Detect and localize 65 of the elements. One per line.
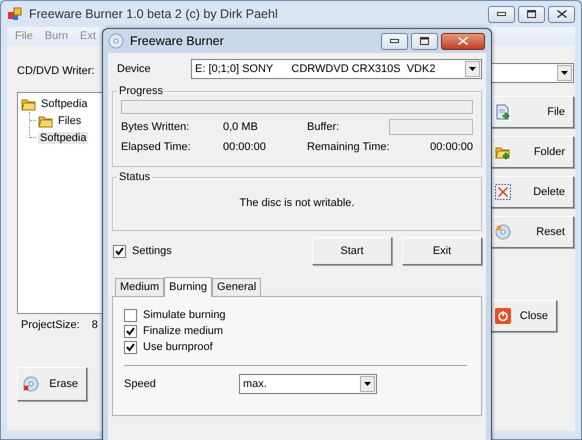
app-icon <box>7 6 23 22</box>
maximize-button[interactable] <box>518 6 545 22</box>
dropdown-arrow-icon <box>364 382 371 386</box>
speed-label: Speed <box>124 378 157 390</box>
field-value: 00:00:00 <box>223 141 267 153</box>
erase-button[interactable]: Erase <box>17 367 87 401</box>
power-icon <box>495 308 511 324</box>
tab[interactable]: Medium <box>115 278 164 296</box>
checkbox-label: Finalize medium <box>143 325 224 337</box>
disc-icon <box>495 224 511 240</box>
side-button[interactable]: Folder <box>489 136 574 168</box>
maximize-icon <box>527 10 536 18</box>
field-label: Bytes Written: <box>121 121 190 133</box>
field-label: Remaining Time: <box>307 141 389 153</box>
action-button[interactable]: Start <box>312 237 392 265</box>
maximize-icon <box>420 37 429 45</box>
option-checkbox[interactable] <box>124 308 137 322</box>
option-checkbox[interactable] <box>124 324 137 338</box>
dropdown-arrow-icon <box>469 67 476 71</box>
device-label: Device <box>117 63 152 75</box>
maximize-button[interactable] <box>411 32 438 50</box>
writer-label: CD/DVD Writer: <box>17 65 94 77</box>
checkbox-label: Use burnproof <box>143 341 213 353</box>
field-value: 00:00:00 <box>429 141 473 153</box>
field-value: 0,0 MB <box>223 121 259 133</box>
window-title: Freeware Burner 1.0 beta 2 (c) by Dirk Paehl <box>29 7 278 21</box>
close-button[interactable] <box>548 6 575 22</box>
close-icon <box>458 37 468 45</box>
group-title: Status <box>118 171 152 183</box>
delete-icon <box>495 184 511 200</box>
file-tree[interactable]: Softpedia Files Softpedia <box>17 92 103 314</box>
dialog-title: Freeware Burner <box>130 34 224 48</box>
close-icon <box>556 10 566 18</box>
checkbox-label: Settings <box>132 245 172 257</box>
tree-item[interactable]: Softpedia <box>38 132 88 144</box>
minimize-button[interactable] <box>381 32 408 50</box>
project-size-label: ProjectSize: <box>21 319 80 331</box>
tab[interactable]: Burning <box>164 277 212 297</box>
side-button[interactable]: File <box>489 96 574 128</box>
status-message: The disc is not writable. <box>238 197 356 209</box>
tab[interactable]: General <box>212 278 262 296</box>
field-label: Elapsed Time: <box>121 141 192 153</box>
action-button[interactable]: Exit <box>402 237 482 265</box>
checkbox-label: Simulate burning <box>143 309 226 321</box>
writer-dropdown[interactable] <box>489 63 574 83</box>
side-button[interactable]: Delete <box>489 176 574 208</box>
project-size-value: 8 <box>92 319 98 331</box>
field-label: Buffer: <box>307 121 340 133</box>
side-button[interactable]: Reset <box>489 216 574 248</box>
disc-icon <box>23 376 39 392</box>
close-button[interactable] <box>441 32 485 50</box>
speed-dropdown[interactable]: max. <box>239 374 377 394</box>
file-plus-icon <box>495 104 511 120</box>
group-title: Progress <box>118 85 164 97</box>
minimize-button[interactable] <box>488 6 515 22</box>
settings-checkbox[interactable] <box>113 244 126 258</box>
dropdown-arrow-icon <box>561 71 568 75</box>
close-button[interactable]: Close <box>489 300 557 332</box>
minimize-icon <box>497 12 506 16</box>
device-dropdown[interactable]: E: [0;1;0] SONY CDRWDVD CRX310S VDK2 <box>191 59 482 79</box>
option-checkbox[interactable] <box>124 340 137 354</box>
minimize-icon <box>390 39 399 43</box>
disc-icon <box>108 33 124 49</box>
tree-item[interactable]: Softpedia <box>39 98 90 110</box>
tree-item[interactable]: Files <box>56 114 84 126</box>
